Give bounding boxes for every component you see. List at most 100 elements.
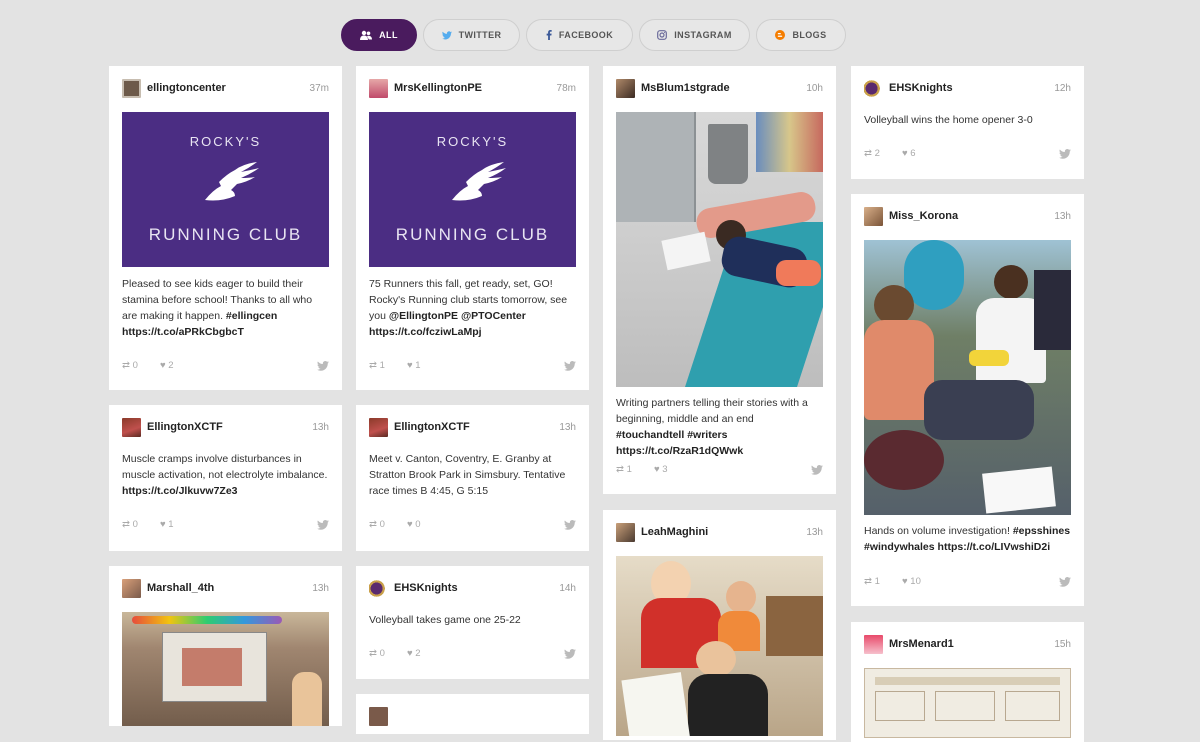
retweet-count[interactable]: ⇄ 1	[864, 576, 880, 587]
post-username[interactable]: EHSKnights	[394, 582, 458, 594]
post-image[interactable]: ROCKY'S RUNNING CLUB	[369, 112, 576, 267]
twitter-icon[interactable]	[317, 360, 329, 372]
heart-icon: ♥	[407, 360, 413, 371]
avatar[interactable]	[369, 707, 388, 726]
post-username[interactable]: MrsKellingtonPE	[394, 82, 482, 94]
twitter-icon[interactable]	[1059, 148, 1071, 160]
post-header: Marshall_4th 13h	[122, 579, 329, 599]
post-time: 12h	[1054, 83, 1071, 94]
post-card[interactable]: EllingtonXCTF 13h Muscle cramps involve …	[109, 405, 342, 551]
like-count[interactable]: ♥ 6	[902, 148, 916, 159]
post-card[interactable]: ellingtoncenter 37m ROCKY'S RUNNING CLUB…	[109, 66, 342, 390]
like-value: 1	[168, 519, 174, 530]
post-image[interactable]	[122, 612, 329, 726]
like-value: 2	[415, 648, 421, 659]
post-header: LeahMaghini 13h	[616, 523, 823, 543]
post-username[interactable]: EllingtonXCTF	[147, 421, 223, 433]
post-username[interactable]: Marshall_4th	[147, 582, 214, 594]
like-count[interactable]: ♥ 0	[407, 519, 421, 530]
retweet-count[interactable]: ⇄ 0	[369, 648, 385, 659]
post-card[interactable]: Miss_Korona 13h Hands on volume investig…	[851, 194, 1084, 606]
post-card[interactable]: EHSKnights 12h Volleyball wins the home …	[851, 66, 1084, 179]
post-username[interactable]: MsBlum1stgrade	[641, 82, 730, 94]
filter-blogs-button[interactable]: BLOGS	[756, 19, 846, 51]
retweet-count[interactable]: ⇄ 1	[369, 360, 385, 371]
post-header: ellingtoncenter 37m	[122, 79, 329, 99]
avatar[interactable]	[122, 79, 141, 98]
post-footer: ⇄ 0 ♥ 2	[369, 648, 576, 662]
filter-facebook-button[interactable]: FACEBOOK	[526, 19, 633, 51]
retweet-value: 1	[874, 576, 880, 587]
post-username[interactable]: EllingtonXCTF	[394, 421, 470, 433]
post-card[interactable]: EHSKnights 14h Volleyball takes game one…	[356, 566, 589, 679]
retweet-count[interactable]: ⇄ 0	[369, 519, 385, 530]
twitter-icon[interactable]	[564, 519, 576, 531]
post-text: 75 Runners this fall, get ready, set, GO…	[369, 278, 568, 338]
twitter-icon[interactable]	[1059, 576, 1071, 588]
post-username[interactable]: LeahMaghini	[641, 526, 708, 538]
post-username[interactable]: EHSKnights	[889, 82, 953, 94]
post-card[interactable]: EllingtonXCTF 13h Meet v. Canton, Covent…	[356, 405, 589, 551]
post-card[interactable]: MrsMenard1 15h	[851, 622, 1084, 742]
post-footer: ⇄ 1 ♥ 3	[616, 464, 823, 478]
retweet-count[interactable]: ⇄ 0	[122, 360, 138, 371]
like-value: 1	[415, 360, 421, 371]
avatar[interactable]	[864, 207, 883, 226]
post-footer: ⇄ 2 ♥ 6	[864, 148, 1071, 162]
avatar[interactable]	[616, 79, 635, 98]
retweet-icon: ⇄	[122, 519, 130, 530]
like-count[interactable]: ♥ 2	[407, 648, 421, 659]
post-card[interactable]: LeahMaghini 13h	[603, 510, 836, 740]
post-time: 13h	[312, 422, 329, 433]
avatar[interactable]	[616, 523, 635, 542]
heart-icon: ♥	[654, 464, 660, 475]
post-header: EHSKnights 12h	[864, 79, 1071, 99]
post-header: MsBlum1stgrade 10h	[616, 79, 823, 99]
like-count[interactable]: ♥ 3	[654, 464, 668, 475]
post-image[interactable]	[616, 556, 823, 736]
twitter-icon[interactable]	[564, 360, 576, 372]
post-header: MrsKellingtonPE 78m	[369, 79, 576, 99]
post-time: 37m	[309, 83, 329, 94]
post-username[interactable]: MrsMenard1	[889, 638, 954, 650]
twitter-icon	[441, 30, 452, 40]
winged-foot-icon	[204, 162, 259, 201]
post-card[interactable]: MrsKellingtonPE 78m ROCKY'S RUNNING CLUB…	[356, 66, 589, 390]
post-time: 78m	[556, 83, 576, 94]
filter-instagram-button[interactable]: INSTAGRAM	[639, 19, 750, 51]
like-count[interactable]: ♥ 10	[902, 576, 921, 587]
heart-icon: ♥	[407, 519, 413, 530]
post-time: 15h	[1054, 639, 1071, 650]
post-image[interactable]	[864, 240, 1071, 515]
facebook-icon	[546, 30, 552, 40]
avatar[interactable]	[122, 579, 141, 598]
avatar[interactable]	[864, 79, 883, 98]
avatar[interactable]	[122, 418, 141, 437]
retweet-icon: ⇄	[369, 360, 377, 371]
retweet-count[interactable]: ⇄ 0	[122, 519, 138, 530]
twitter-icon[interactable]	[811, 464, 823, 476]
avatar[interactable]	[369, 79, 388, 98]
twitter-icon[interactable]	[564, 648, 576, 660]
like-count[interactable]: ♥ 1	[407, 360, 421, 371]
post-image[interactable]	[864, 668, 1071, 738]
post-image[interactable]: ROCKY'S RUNNING CLUB	[122, 112, 329, 267]
retweet-count[interactable]: ⇄ 2	[864, 148, 880, 159]
like-count[interactable]: ♥ 2	[160, 360, 174, 371]
avatar[interactable]	[369, 418, 388, 437]
post-card[interactable]: Marshall_4th 13h	[109, 566, 342, 726]
heart-icon: ♥	[160, 360, 166, 371]
avatar[interactable]	[369, 579, 388, 598]
post-image[interactable]	[616, 112, 823, 387]
filter-all-button[interactable]: ALL	[341, 19, 417, 51]
post-card[interactable]: MsBlum1stgrade 10h Writing partners tell…	[603, 66, 836, 494]
twitter-icon[interactable]	[317, 519, 329, 531]
post-username[interactable]: ellingtoncenter	[147, 82, 226, 94]
avatar[interactable]	[864, 635, 883, 654]
post-username[interactable]: Miss_Korona	[889, 210, 958, 222]
filter-facebook-label: FACEBOOK	[558, 30, 614, 40]
like-count[interactable]: ♥ 1	[160, 519, 174, 530]
retweet-count[interactable]: ⇄ 1	[616, 464, 632, 475]
filter-twitter-button[interactable]: TWITTER	[423, 19, 520, 51]
post-card[interactable]	[356, 694, 589, 734]
